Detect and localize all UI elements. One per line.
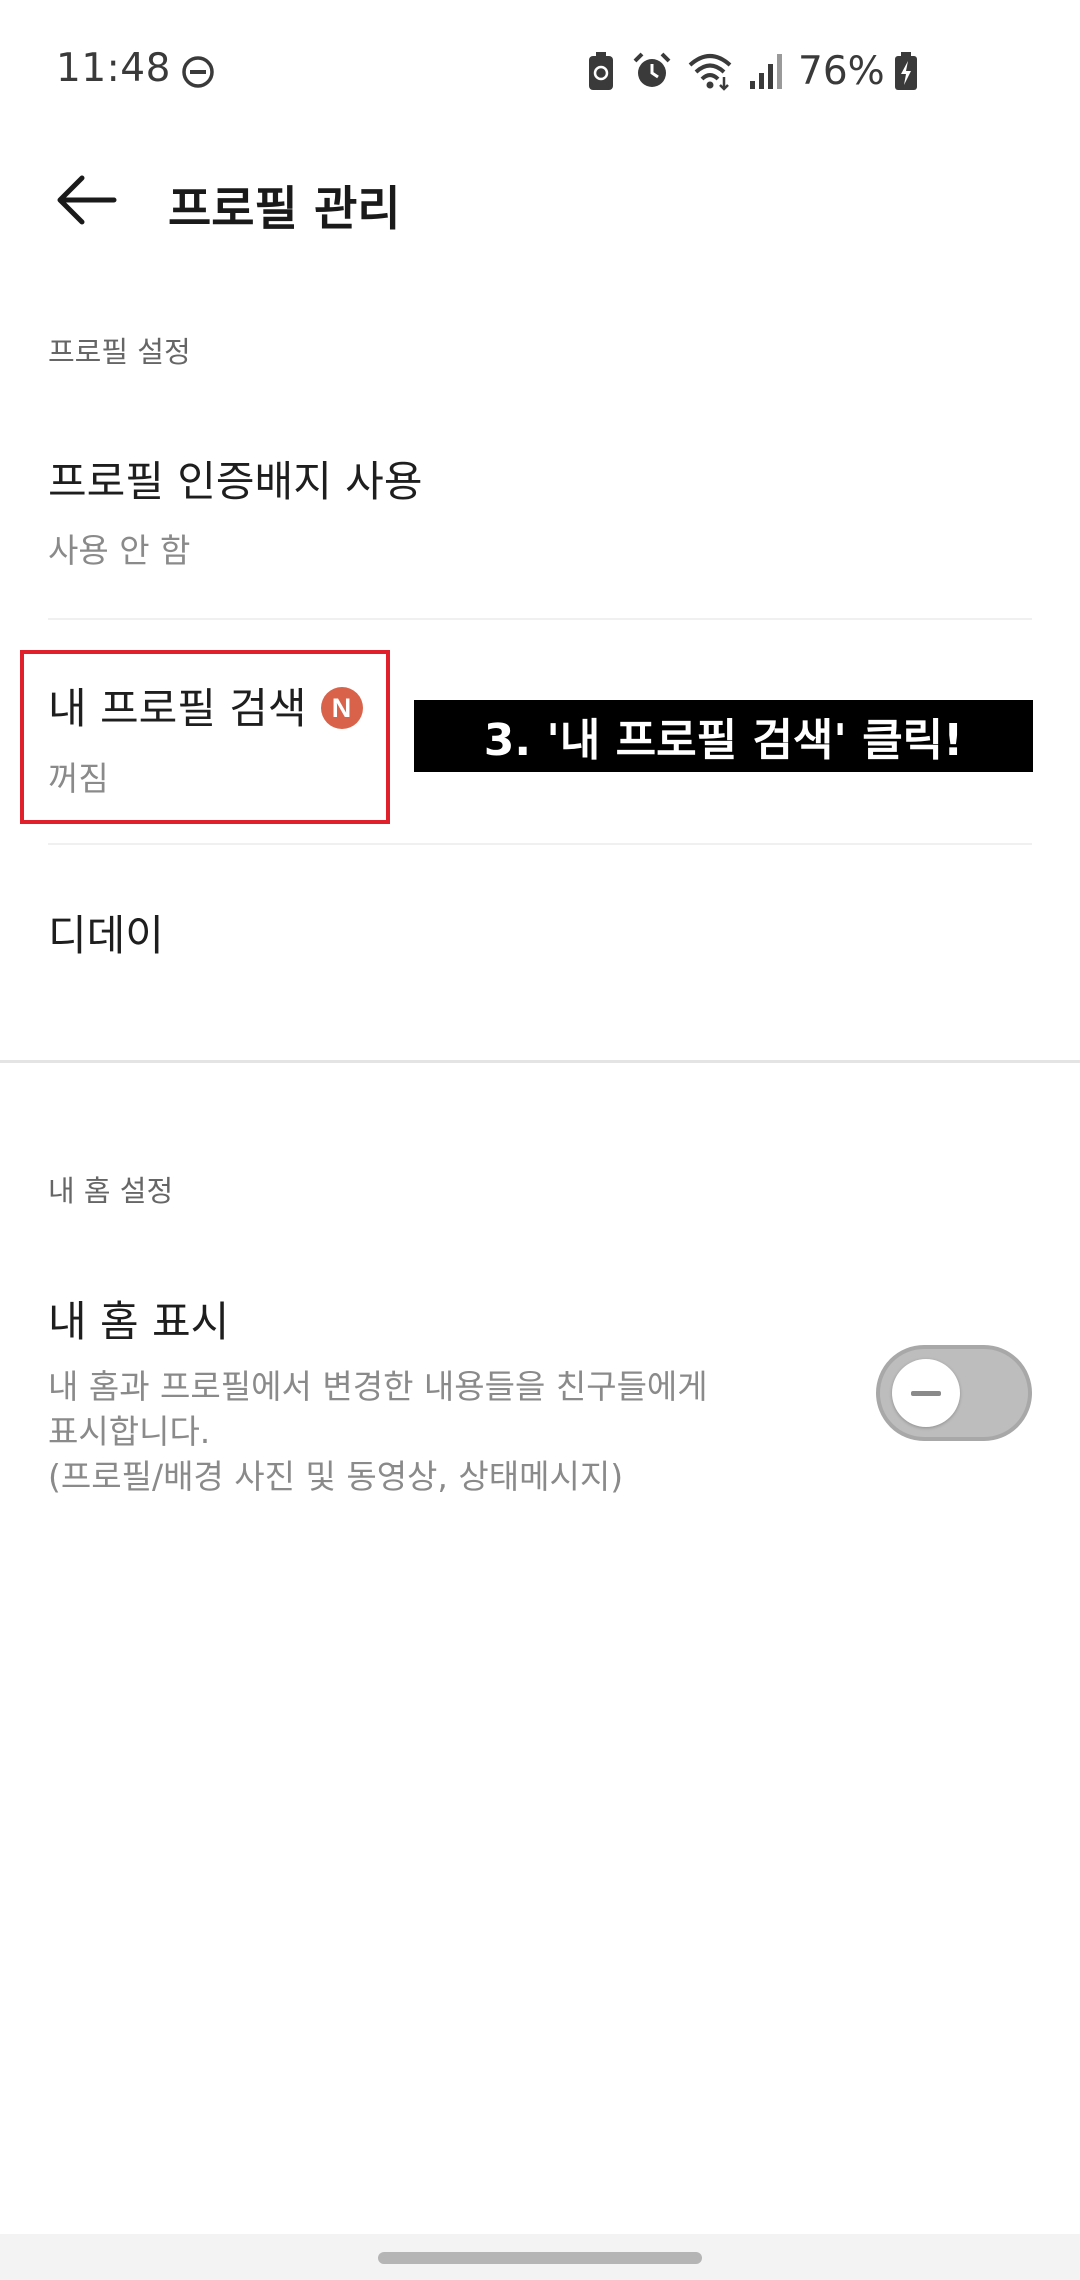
list-item-dday[interactable]: 디데이 [0, 860, 1080, 1050]
status-bar: 11:48 76% [0, 0, 1080, 140]
section-divider [0, 1060, 1080, 1063]
wifi-icon [688, 54, 732, 91]
status-icons: 76% [584, 48, 933, 94]
page-title: 프로필 관리 [168, 182, 401, 237]
annotation-banner: 3. '내 프로필 검색' 클릭! [414, 700, 1033, 772]
alarm-icon [633, 52, 671, 87]
back-arrow-icon [57, 175, 117, 225]
battery-percent: 76% [798, 48, 885, 94]
screen: 11:48 76% 프로필 관리 프로필 설정 프로필 인증배지 사용 사용 안… [0, 0, 1080, 2280]
status-time: 11:48 [56, 46, 171, 91]
divider [48, 618, 1032, 620]
gesture-handle[interactable] [378, 2252, 702, 2264]
item-title: 프로필 인증배지 사용 [48, 457, 423, 506]
battery-charging-icon [894, 52, 917, 90]
show-my-home-toggle[interactable] [876, 1345, 1032, 1441]
divider [48, 843, 1032, 845]
description-line: 내 홈과 프로필에서 변경한 내용들을 친구들에게 [48, 1367, 708, 1406]
signal-icon [750, 54, 782, 89]
do-not-disturb-icon [182, 56, 214, 88]
list-item-verification-badge[interactable]: 프로필 인증배지 사용 사용 안 함 [0, 420, 1080, 620]
back-button[interactable] [46, 160, 126, 240]
section-header-home-settings: 내 홈 설정 [48, 1174, 174, 1208]
description-line: 표시합니다. [48, 1412, 211, 1451]
description-line: (프로필/배경 사진 및 동영상, 상태메시지) [48, 1457, 624, 1496]
item-description: 내 홈과 프로필에서 변경한 내용들을 친구들에게 표시합니다. (프로필/배경… [48, 1364, 748, 1499]
highlight-box [20, 650, 390, 824]
minus-icon [911, 1390, 941, 1396]
item-title: 내 홈 표시 [48, 1297, 230, 1346]
section-header-profile-settings: 프로필 설정 [48, 335, 191, 369]
item-title: 디데이 [48, 911, 164, 960]
item-subtitle: 사용 안 함 [48, 531, 191, 570]
battery-saver-icon [589, 52, 613, 90]
toggle-knob [892, 1359, 960, 1427]
